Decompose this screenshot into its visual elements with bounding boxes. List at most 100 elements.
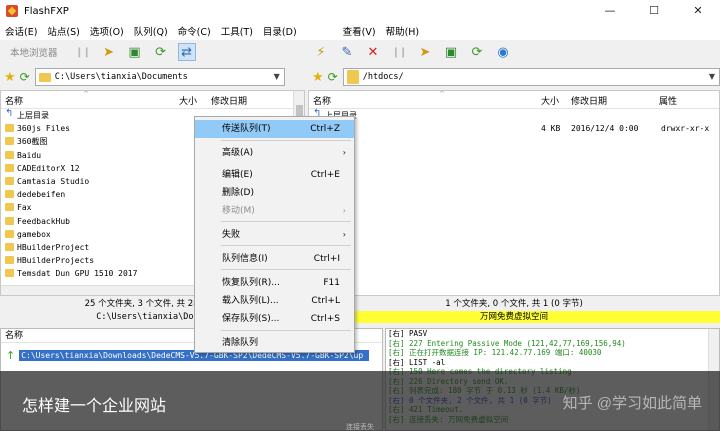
context-menu-item[interactable]: 删除(D) [195,184,354,202]
col-size-header[interactable]: 大小 [541,94,559,107]
menu-bar: 会话(E) 站点(S) 选项(O) 队列(Q) 命令(C) 工具(T) 目录(D… [0,22,720,40]
globe-icon[interactable]: ◉ [494,43,512,61]
menu-view[interactable]: 查看(V) [338,24,381,38]
local-path-bar: ★ ⟳ C:\Users\tianxia\Documents ▼ [0,67,305,87]
favorites-star-icon[interactable]: ★ [312,70,324,85]
menu-separator [221,221,351,222]
menu-item-shortcut: Ctrl+Z [310,124,340,134]
parent-directory-row[interactable]: ↰上层目录 [309,108,719,122]
col-size-header[interactable]: 大小 [179,94,197,107]
favorites-star-icon[interactable]: ★ [4,70,16,85]
sort-arrow-icon: ^ [83,90,89,98]
remote-column-header: 名称 ^ 大小 修改日期 属性 [309,91,719,109]
quick-connect-icon[interactable]: ✎ [338,43,356,61]
log-line: [右] LIST -al [388,357,446,367]
context-menu-item[interactable]: 高级(A) › [195,144,354,162]
pause-icon[interactable]: ❙❙ [74,43,92,61]
menu-item-label: 保存队列(S)... [222,314,280,324]
folder-icon [5,163,14,172]
menu-sites[interactable]: 站点(S) [42,24,84,38]
title-bar: FlashFXP — ☐ ✕ [0,0,720,22]
up-arrow-icon: ↰ [5,108,14,119]
local-column-header: 名称 ^ 大小 修改日期 [1,91,304,109]
caption-title: 怎样建一个企业网站 [22,398,167,415]
refresh-icon[interactable]: ⟳ [468,43,486,61]
menu-options[interactable]: 选项(O) [85,24,129,38]
col-name-header[interactable]: 名称 [313,94,331,107]
refresh-icon[interactable]: ⟳ [20,70,30,84]
folder-icon [5,176,14,185]
chevron-right-icon: › [342,206,346,215]
transfer-arrow-icon[interactable]: ➤ [416,43,434,61]
context-menu-item[interactable]: 保存队列(S)... Ctrl+S [195,310,354,328]
row-name: FeedbackHub [17,216,70,226]
remote-path-bar: ★ ⟳ /htdocs/ ▼ [308,67,720,87]
folder-icon [5,229,14,238]
folder-icon [38,72,51,82]
chevron-down-icon[interactable]: ▼ [274,72,280,81]
transfer-arrow-icon[interactable]: ➤ [100,43,118,61]
folder-icon [5,190,14,199]
sort-arrow-icon: ^ [439,90,445,98]
folder-icon [5,242,14,251]
remote-path-input[interactable]: /htdocs/ ▼ [342,68,720,86]
row-name: 360截图 [17,137,48,147]
folder-icon [5,124,14,133]
refresh-icon[interactable]: ⟳ [152,43,170,61]
col-date-header[interactable]: 修改日期 [571,94,607,107]
local-browser-label[interactable]: 本地浏览器 [10,45,58,59]
minimize-button[interactable]: — [588,0,632,22]
maximize-button[interactable]: ☐ [632,0,676,22]
connect-icon[interactable]: ⚡ [312,43,330,61]
menu-commands[interactable]: 命令(C) [173,24,216,38]
row-name: Fax [17,203,32,213]
watermark: 知乎 @学习如此简单 [562,395,702,412]
pause-icon[interactable]: ❙❙ [390,43,408,61]
context-menu-item: 移动(M) › [195,202,354,220]
menu-session[interactable]: 会话(E) [0,24,42,38]
refresh-icon[interactable]: ⟳ [328,70,338,84]
context-menu-item[interactable]: 队列信息(I) Ctrl+I [195,250,354,268]
row-name: 上层目录 [17,111,49,121]
chevron-down-icon[interactable]: ▼ [709,72,715,81]
row-name: HBuilderProjects [17,256,95,266]
context-menu-item[interactable]: 传送队列(T) Ctrl+Z [195,120,354,138]
row-name: dedebeifen [17,190,66,200]
context-menu-item[interactable]: 编辑(E) Ctrl+E [195,166,354,184]
menu-separator [221,140,351,141]
window-title: FlashFXP [24,5,69,17]
menu-item-label: 恢复队列(R)... [222,278,280,288]
context-menu-item[interactable]: 清除队列 [195,334,354,352]
col-date-header[interactable]: 修改日期 [211,94,247,107]
menu-tools[interactable]: 工具(T) [216,24,258,38]
flashfxp-logo-icon [6,5,18,17]
context-menu-item[interactable]: 失败 › [195,226,354,244]
menu-item-label: 删除(D) [222,188,254,198]
row-name: HBuilderProject [17,242,90,252]
toolbar-right: ⚡ ✎ ✕ ❙❙ ➤ ▣ ⟳ ◉ [308,40,720,64]
compare-icon[interactable]: ⇄ [177,43,196,61]
menu-item-shortcut: F11 [323,278,340,288]
menu-help[interactable]: 帮助(H) [381,24,425,38]
local-path-input[interactable]: C:\Users\tianxia\Documents ▼ [34,68,285,86]
queue-icon[interactable]: ▣ [442,43,460,61]
chevron-right-icon: › [342,148,346,157]
toolbar-left: 本地浏览器 ❙❙ ➤ ▣ ⟳ ⇄ [0,40,305,64]
remote-file-list[interactable]: 名称 ^ 大小 修改日期 属性 ↰上层目录ort4 KB2016/12/4 0:… [308,90,720,296]
context-menu-item[interactable]: 载入队列(L)... Ctrl+L [195,292,354,310]
remote-status-site: 万网免费虚拟空间 [308,311,720,323]
menu-directory[interactable]: 目录(D) [258,24,302,38]
menu-queue[interactable]: 队列(Q) [129,24,173,38]
local-path-text: C:\Users\tianxia\Documents [54,72,188,82]
close-button[interactable]: ✕ [676,0,720,22]
menu-item-label: 传送队列(T) [222,124,271,134]
col-name-header[interactable]: 名称 [5,94,23,107]
folder-icon [5,150,14,159]
context-menu-item[interactable]: 恢复队列(R)... F11 [195,274,354,292]
disconnect-icon[interactable]: ✕ [364,43,382,61]
folder-row[interactable]: ort4 KB2016/12/4 0:00drwxr-xr-x [309,122,719,135]
row-name: Camtasia Studio [17,177,90,187]
col-attr-header[interactable]: 属性 [659,94,677,107]
queue-icon[interactable]: ▣ [126,43,144,61]
menu-item-label: 高级(A) [222,148,254,158]
